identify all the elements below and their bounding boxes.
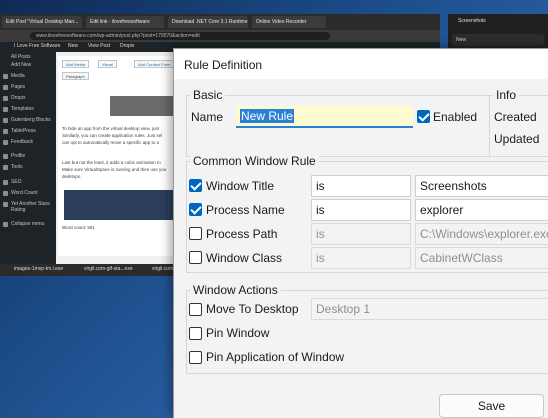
wp-bar-item[interactable]: New — [68, 43, 78, 49]
pin-window-label: Pin Window — [206, 326, 270, 340]
name-label: Name — [191, 110, 224, 124]
add-media-button[interactable]: Add Media — [62, 60, 90, 68]
editor-text-line: To hide an app from the virtual desktop … — [62, 126, 160, 131]
sidebar-item[interactable]: Add New — [11, 62, 31, 68]
process-name-checkbox[interactable] — [189, 203, 202, 216]
editor-text-line: can opt to automatically move a specific… — [62, 140, 160, 145]
pin-window-checkbox[interactable] — [189, 327, 202, 340]
browser-tab[interactable]: Download .NET Core 3.1 Runtime — [168, 16, 248, 28]
window-title-label: Window Title — [206, 179, 275, 193]
updated-label: Updated — [494, 132, 540, 146]
blocks-icon — [3, 118, 8, 123]
sidebar-item[interactable]: Yet Another Stars Rating — [11, 201, 55, 213]
rule-name-input[interactable]: New Rule — [236, 106, 413, 128]
sidebar-item[interactable]: Feedback — [11, 139, 33, 145]
post-image — [110, 96, 178, 116]
sidebar-item[interactable]: Word Count — [11, 190, 38, 196]
enabled-checkbox[interactable] — [417, 110, 430, 123]
info-group-heading: Info — [493, 88, 520, 102]
feedback-icon — [3, 140, 8, 145]
collapse-icon — [3, 222, 8, 227]
info-group — [489, 95, 548, 157]
dialog-title: Rule Definition — [184, 58, 263, 72]
sidebar-item[interactable]: Media — [11, 73, 25, 79]
sidebar-item[interactable]: All Posts — [11, 54, 30, 60]
wp-bar-item[interactable]: I Love Free Software — [14, 43, 60, 49]
browser-tab[interactable]: Online Video Recorder — [252, 16, 326, 28]
rule-definition-dialog: Rule Definition Basic Name New Rule Enab… — [173, 48, 548, 418]
desktop-select[interactable]: Desktop 1 — [311, 298, 548, 320]
browser-url[interactable]: www.ilovefreesoftware.com/wp-admin/post.… — [30, 32, 330, 40]
tools-icon — [3, 165, 8, 170]
window-title-value-input[interactable]: Screenshots — [415, 175, 548, 197]
editor-text-line: desktops. — [62, 174, 82, 179]
word-count: Word count: 551 — [62, 225, 95, 230]
window-class-operator-select[interactable]: is — [311, 247, 411, 269]
sidebar-item[interactable]: Templates — [11, 106, 34, 112]
window-title-checkbox[interactable] — [189, 179, 202, 192]
process-name-operator-select[interactable]: is — [311, 199, 411, 221]
explorer-title: Screenshots — [458, 18, 486, 24]
sidebar-item[interactable]: Dropix — [11, 95, 25, 101]
download-item[interactable]: virgil.com-gif-sta...exe — [84, 266, 133, 272]
stars-icon — [3, 202, 8, 207]
sidebar-item[interactable]: TablePress — [11, 128, 36, 134]
move-to-desktop-checkbox[interactable] — [189, 303, 202, 316]
media-icon — [3, 74, 8, 79]
dialog-titlebar[interactable]: Rule Definition — [174, 49, 548, 79]
dropix-icon — [3, 96, 8, 101]
profile-icon — [3, 154, 8, 159]
pin-application-checkbox[interactable] — [189, 351, 202, 364]
wp-admin-sidebar — [0, 52, 56, 264]
editor-text-line: Similarly, you can create application ru… — [62, 133, 163, 138]
save-button[interactable]: Save — [439, 394, 544, 418]
window-class-value-input[interactable]: CabinetWClass — [415, 247, 548, 269]
process-name-label: Process Name — [206, 203, 285, 217]
editor-text-line: Last but not the least, it adds a cubic … — [62, 160, 161, 165]
sidebar-item[interactable]: Collapse menu — [11, 221, 44, 227]
pages-icon — [3, 85, 8, 90]
explorer-new-button[interactable]: New — [452, 34, 544, 46]
visual-tab[interactable]: Visual — [98, 60, 117, 68]
move-to-desktop-label: Move To Desktop — [206, 302, 299, 316]
templates-icon — [3, 107, 8, 112]
word-count-icon — [3, 191, 8, 196]
enabled-label: Enabled — [433, 110, 478, 124]
window-class-checkbox[interactable] — [189, 251, 202, 264]
window-title-operator-select[interactable]: is — [311, 175, 411, 197]
process-path-value-input[interactable]: C:\Windows\explorer.exe — [415, 223, 548, 245]
process-path-checkbox[interactable] — [189, 227, 202, 240]
wp-bar-item[interactable]: Dropix — [120, 43, 134, 49]
editor-text-line: Make sure VirtualSpace is running and th… — [62, 167, 167, 172]
tablepress-icon — [3, 129, 8, 134]
browser-tab[interactable]: Edit link · ilovefreesoftware — [86, 16, 164, 28]
window-class-label: Window Class — [206, 251, 283, 265]
wp-bar-item[interactable]: View Post — [88, 43, 110, 49]
rule-name-value: New Rule — [240, 109, 295, 123]
post-screenshot-image — [64, 190, 176, 220]
sidebar-item[interactable]: SEO — [11, 179, 22, 185]
basic-group-heading: Basic — [190, 88, 226, 102]
add-contact-form-button[interactable]: Add Contact Form — [134, 60, 175, 68]
process-path-operator-select[interactable]: is — [311, 223, 411, 245]
sidebar-item[interactable]: Pages — [11, 84, 25, 90]
download-item[interactable]: images-1mvp-tm.l.exe — [14, 266, 63, 272]
process-name-value-input[interactable]: explorer — [415, 199, 548, 221]
sidebar-item[interactable]: Gutenberg Blocks — [11, 117, 51, 123]
created-label: Created — [494, 110, 537, 124]
window-actions-heading: Window Actions — [190, 283, 281, 297]
browser-tab[interactable]: Edit Post "Virtual Desktop Man... — [2, 16, 82, 28]
common-window-rule-heading: Common Window Rule — [190, 154, 319, 168]
sidebar-item[interactable]: Tools — [11, 164, 23, 170]
process-path-label: Process Path — [206, 227, 278, 241]
seo-icon — [3, 180, 8, 185]
sidebar-item[interactable]: Profile — [11, 153, 25, 159]
pin-application-label: Pin Application of Window — [206, 350, 345, 364]
paragraph-select[interactable]: Paragraph — [62, 72, 89, 80]
